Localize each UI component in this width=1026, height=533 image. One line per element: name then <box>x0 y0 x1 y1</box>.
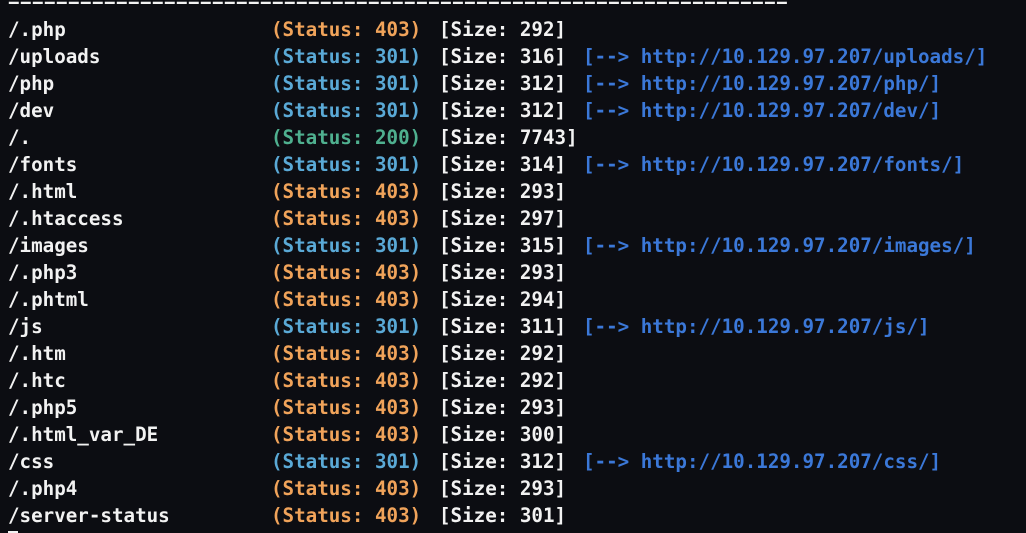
status-code: (Status: 403) <box>271 180 422 203</box>
result-path: /php <box>8 72 55 95</box>
result-path: /.php5 <box>8 396 78 419</box>
result-path: /.htm <box>8 342 66 365</box>
response-size: [Size: 314] <box>439 153 567 176</box>
status-code: (Status: 301) <box>271 99 422 122</box>
response-size: [Size: 316] <box>439 45 567 68</box>
status-code: (Status: 301) <box>271 72 422 95</box>
status-code: (Status: 403) <box>271 261 422 284</box>
status-code: (Status: 403) <box>271 18 422 41</box>
result-path: /.php4 <box>8 477 78 500</box>
redirect-link[interactable]: [--> http://10.129.97.207/images/] <box>583 232 976 259</box>
result-path: /.php3 <box>8 261 78 284</box>
result-path: /css <box>8 450 55 473</box>
result-path: /.phtml <box>8 288 89 311</box>
redirect-link[interactable]: [--> http://10.129.97.207/php/] <box>583 70 941 97</box>
status-code: (Status: 301) <box>271 234 422 257</box>
result-path: /images <box>8 234 89 257</box>
status-code: (Status: 200) <box>271 126 422 149</box>
result-path: /.html_var_DE <box>8 423 159 446</box>
result-path: /uploads <box>8 45 101 68</box>
status-code: (Status: 301) <box>271 153 422 176</box>
response-size: [Size: 7743] <box>439 126 578 149</box>
result-path: /.htc <box>8 369 66 392</box>
result-path: /server-status <box>8 504 170 527</box>
status-code: (Status: 403) <box>271 396 422 419</box>
status-code: (Status: 301) <box>271 450 422 473</box>
status-code: (Status: 403) <box>271 369 422 392</box>
redirect-link[interactable]: [--> http://10.129.97.207/css/] <box>583 448 941 475</box>
response-size: [Size: 312] <box>439 99 567 122</box>
separator-line: ========================================… <box>8 0 789 12</box>
status-code: (Status: 403) <box>271 207 422 230</box>
response-size: [Size: 312] <box>439 450 567 473</box>
response-size: [Size: 293] <box>439 396 567 419</box>
result-path: /dev <box>8 99 55 122</box>
status-code: (Status: 301) <box>271 315 422 338</box>
response-size: [Size: 315] <box>439 234 567 257</box>
response-size: [Size: 312] <box>439 72 567 95</box>
status-code: (Status: 403) <box>271 423 422 446</box>
terminal-window[interactable]: ========================================… <box>0 0 1026 533</box>
response-size: [Size: 293] <box>439 261 567 284</box>
status-code: (Status: 403) <box>271 288 422 311</box>
status-code: (Status: 403) <box>271 504 422 527</box>
status-code: (Status: 403) <box>271 342 422 365</box>
response-size: [Size: 311] <box>439 315 567 338</box>
response-size: [Size: 292] <box>439 369 567 392</box>
result-path: /fonts <box>8 153 78 176</box>
redirect-link[interactable]: [--> http://10.129.97.207/js/] <box>583 313 930 340</box>
redirect-link[interactable]: [--> http://10.129.97.207/dev/] <box>583 97 941 124</box>
response-size: [Size: 293] <box>439 180 567 203</box>
response-size: [Size: 292] <box>439 342 567 365</box>
response-size: [Size: 293] <box>439 477 567 500</box>
result-path: /.htaccess <box>8 207 124 230</box>
status-code: (Status: 403) <box>271 477 422 500</box>
result-path: /.html <box>8 180 78 203</box>
result-path: /. <box>8 126 32 149</box>
response-size: [Size: 294] <box>439 288 567 311</box>
result-path: /.php <box>8 18 66 41</box>
redirect-link[interactable]: [--> http://10.129.97.207/uploads/] <box>583 43 987 70</box>
response-size: [Size: 292] <box>439 18 567 41</box>
response-size: [Size: 297] <box>439 207 567 230</box>
status-code: (Status: 301) <box>271 45 422 68</box>
response-size: [Size: 300] <box>439 423 567 446</box>
response-size: [Size: 301] <box>439 504 567 527</box>
redirect-link[interactable]: [--> http://10.129.97.207/fonts/] <box>583 151 964 178</box>
result-path: /js <box>8 315 43 338</box>
